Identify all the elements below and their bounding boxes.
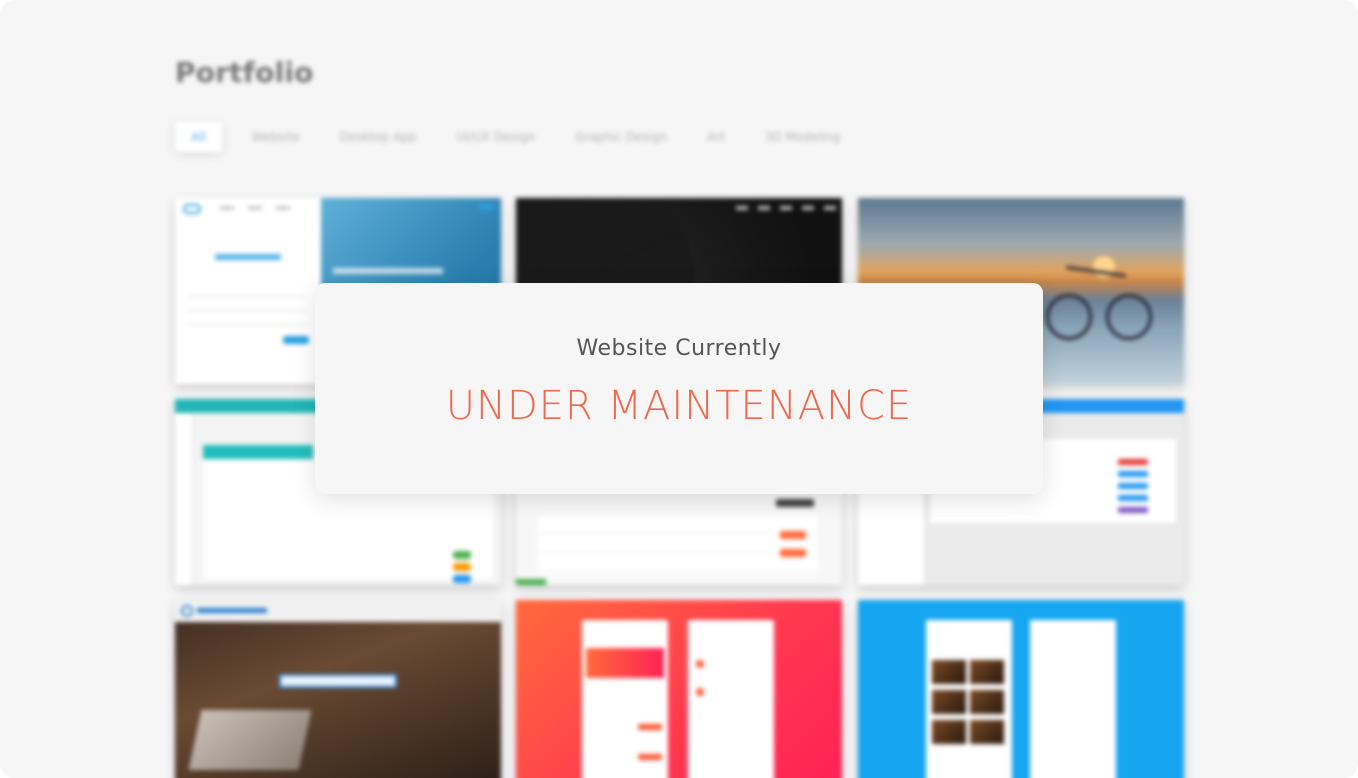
filter-tab-ui-ux-design[interactable]: UI/UX Design xyxy=(436,122,555,152)
tile-action xyxy=(780,531,806,539)
tile-field xyxy=(187,324,307,325)
phone-mockup xyxy=(688,620,774,778)
filter-tab-art[interactable]: Art xyxy=(687,122,745,152)
filter-tab-all[interactable]: All xyxy=(175,122,222,152)
portfolio-item[interactable] xyxy=(175,600,501,778)
phone-thumbnail xyxy=(932,690,966,714)
page-title: Portfolio xyxy=(175,56,314,89)
tile-status-bar xyxy=(516,579,546,585)
phone-banner xyxy=(586,648,664,678)
portfolio-item[interactable] xyxy=(516,600,842,778)
tile-hero-text xyxy=(333,268,443,274)
tile-button xyxy=(283,336,309,344)
tile-form-panel xyxy=(175,198,321,384)
tile-badge xyxy=(453,575,471,583)
laptop-image xyxy=(188,710,312,770)
portfolio-item[interactable] xyxy=(858,600,1184,778)
tile-field xyxy=(187,310,307,311)
tile-header xyxy=(175,600,501,622)
tile-badge xyxy=(1118,471,1148,477)
tile-heading xyxy=(215,254,281,260)
tile-badge xyxy=(1118,495,1148,501)
tile-hero-title xyxy=(279,674,397,688)
filter-tab-desktop-app[interactable]: Desktop App xyxy=(320,122,437,152)
phone-button xyxy=(638,754,662,760)
tile-logo-text xyxy=(197,608,267,613)
filter-tabs: All Website Desktop App UI/UX Design Gra… xyxy=(175,122,860,152)
phone-mockup xyxy=(582,620,668,778)
phone-thumbnail xyxy=(970,660,1004,684)
tile-dark-button xyxy=(776,499,814,507)
filter-tab-graphic-design[interactable]: Graphic Design xyxy=(555,122,687,152)
tile-field xyxy=(187,296,307,297)
phone-dot xyxy=(696,660,704,668)
filter-tab-3d-modeling[interactable]: 3D Modeling xyxy=(745,122,860,152)
tile-nav xyxy=(220,206,300,210)
logo-icon xyxy=(181,605,193,617)
maintenance-headline: UNDER MAINTENANCE xyxy=(445,383,913,429)
phone-mockup xyxy=(1030,620,1116,778)
phone-mockup xyxy=(926,620,1012,778)
tile-badge xyxy=(453,563,471,571)
logo-icon xyxy=(183,204,201,214)
phone-button xyxy=(638,724,662,730)
tile-action xyxy=(780,549,806,557)
tile-badge xyxy=(1118,459,1148,465)
maintenance-modal: Website Currently UNDER MAINTENANCE xyxy=(315,283,1043,494)
tile-badge xyxy=(453,551,471,559)
maintenance-subtitle: Website Currently xyxy=(576,336,782,361)
tile-sidebar xyxy=(175,413,193,585)
phone-thumbnail xyxy=(932,720,966,744)
tile-nav xyxy=(736,206,836,210)
bicycle-wheel xyxy=(1046,294,1092,340)
bicycle-wheel xyxy=(1106,294,1152,340)
tile-table xyxy=(538,515,818,575)
phone-thumbnail xyxy=(970,690,1004,714)
tile-badge xyxy=(1118,507,1148,513)
tile-hero-button xyxy=(479,204,493,210)
tile-badge xyxy=(1118,483,1148,489)
filter-tab-website[interactable]: Website xyxy=(232,122,320,152)
phone-thumbnail xyxy=(970,720,1004,744)
phone-thumbnail xyxy=(932,660,966,684)
phone-dot xyxy=(696,688,704,696)
tile-panel-header xyxy=(203,445,313,459)
page-frame: Portfolio All Website Desktop App UI/UX … xyxy=(0,0,1358,778)
